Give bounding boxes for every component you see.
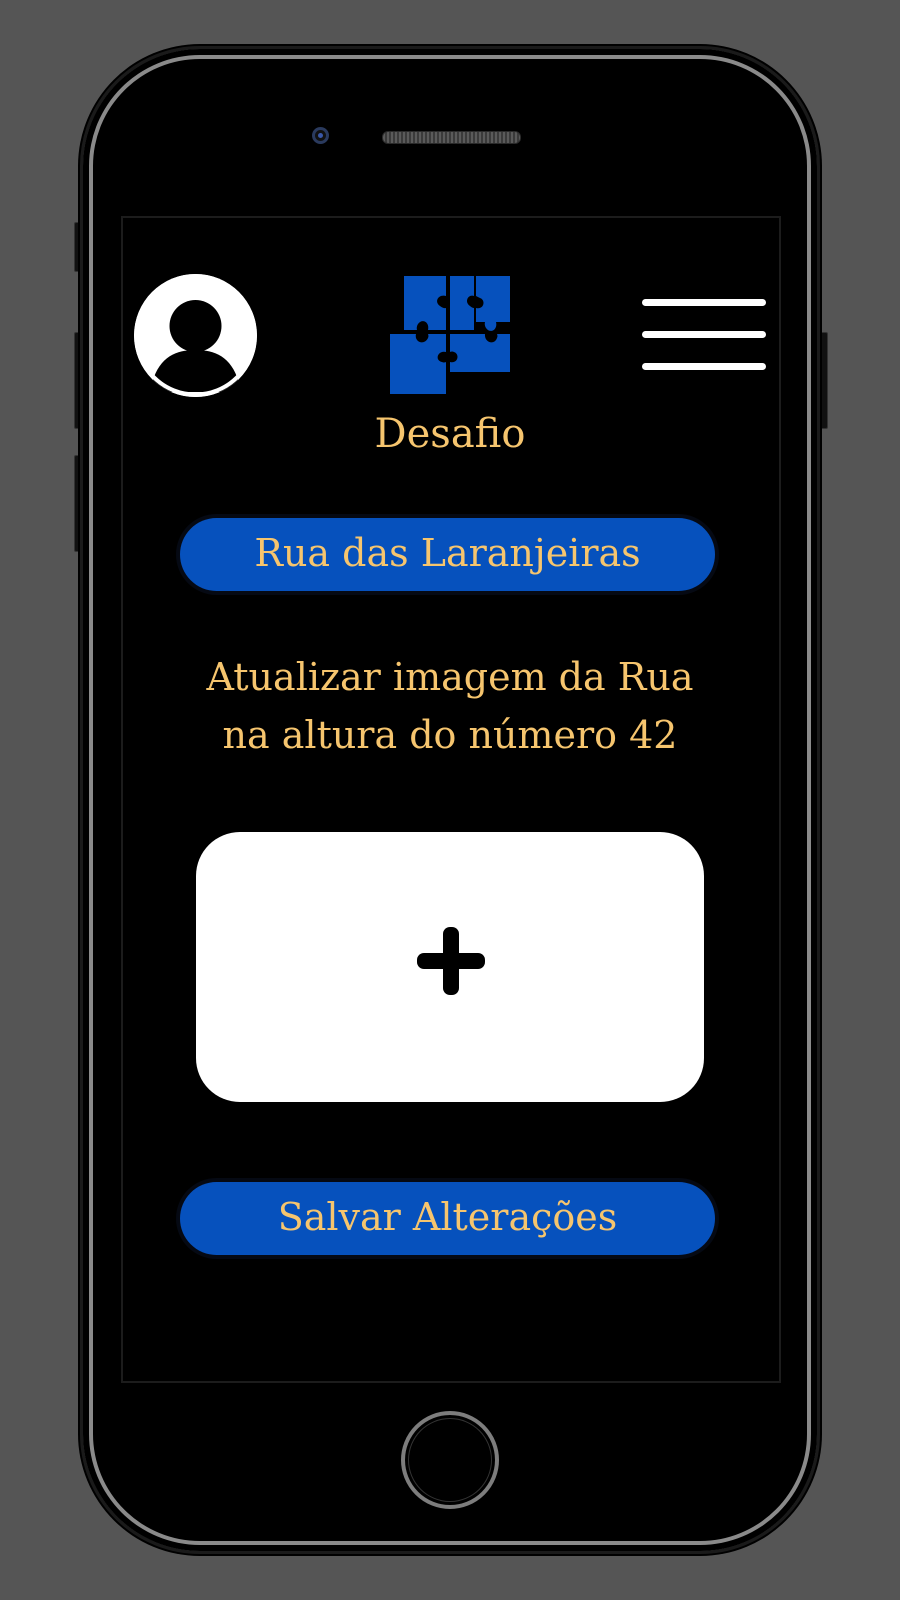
instruction-text: Atualizar imagem da Rua na altura do núm… <box>150 648 750 764</box>
stage: Desafio Rua das Laranjeiras Atualizar im… <box>0 0 900 1600</box>
instruction-line-1: Atualizar imagem da Rua <box>206 655 694 699</box>
user-avatar-icon[interactable] <box>134 274 257 397</box>
save-button[interactable]: Salvar Alterações <box>180 1182 715 1255</box>
front-camera <box>312 127 329 144</box>
image-upload-box[interactable] <box>196 832 704 1102</box>
power-button <box>820 332 828 429</box>
puzzle-icon <box>388 274 512 396</box>
hamburger-menu-icon[interactable] <box>642 299 766 371</box>
app-title: Desafio <box>374 411 526 457</box>
earpiece-speaker <box>382 131 521 144</box>
street-name-button[interactable]: Rua das Laranjeiras <box>180 518 715 591</box>
plus-icon <box>417 927 485 995</box>
home-button[interactable] <box>401 1411 499 1509</box>
instruction-line-2: na altura do número 42 <box>222 713 678 757</box>
